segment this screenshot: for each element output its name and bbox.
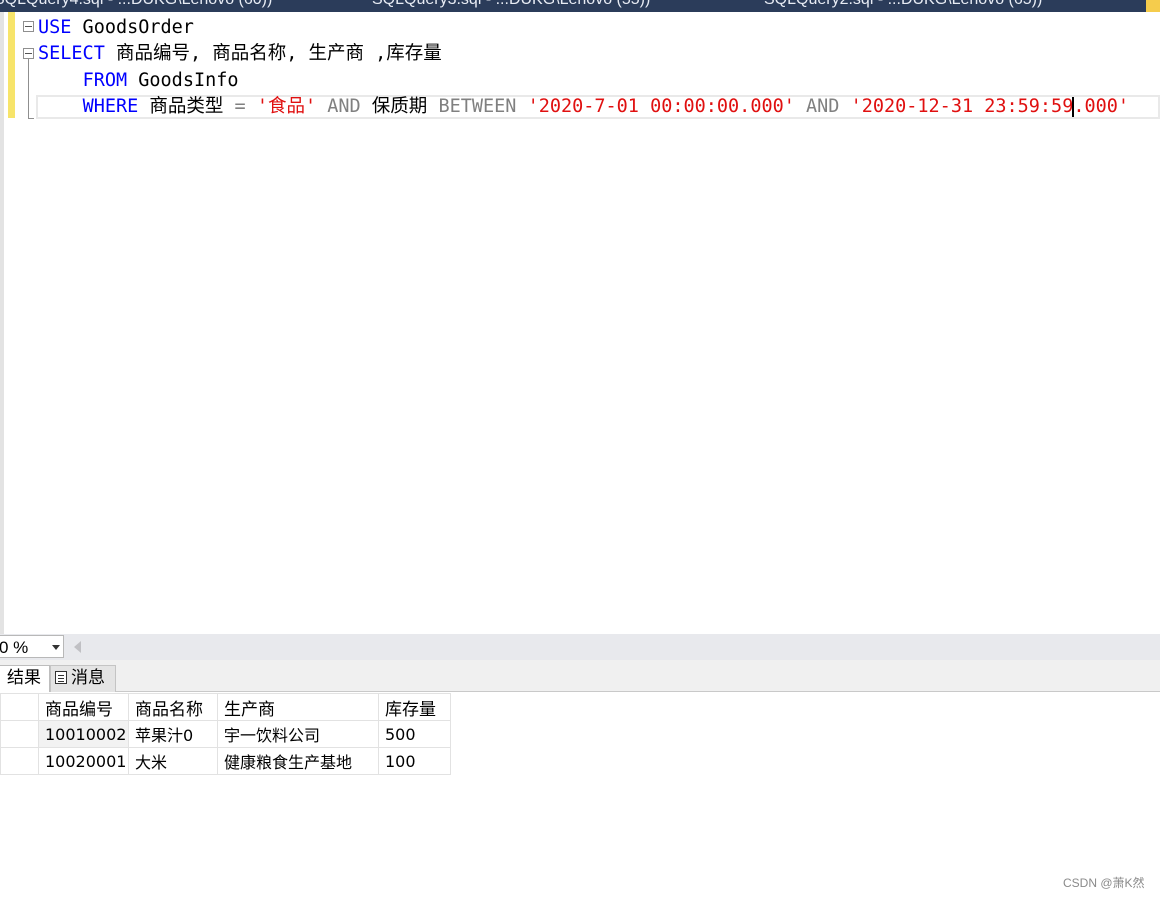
table-cell[interactable]: 500 xyxy=(378,720,451,748)
table-cell[interactable]: 宇一饮料公司 xyxy=(217,720,379,748)
table-cell[interactable]: 大米 xyxy=(128,747,218,775)
results-grid: 商品编号 商品名称 生产商 库存量 10010002 苹果汁0 宇一饮料公司 5… xyxy=(0,693,451,775)
tab-sqlquery2[interactable]: SQLQuery2.sql - ...DUKG\Lenovo (65)) xyxy=(764,0,1042,9)
between-operator: BETWEEN xyxy=(438,96,517,117)
tab-sqlquery4[interactable]: SQLQuery4.sql - ...DUKG\Lenovo (60)) xyxy=(0,0,272,9)
keyword-where: WHERE xyxy=(82,96,139,117)
string-literal-3a: '2020-12-31 23:59:59 xyxy=(850,96,1074,117)
table-cell[interactable]: 100 xyxy=(378,747,451,775)
document-tab-strip: SQLQuery4.sql - ...DUKG\Lenovo (60)) SQL… xyxy=(0,0,1160,12)
row-header[interactable] xyxy=(0,747,39,775)
code-line-4[interactable]: WHERE 商品类型 = '食品' AND 保质期 BETWEEN '2020-… xyxy=(38,94,1129,120)
table-row: 10010002 苹果汁0 宇一饮料公司 500 xyxy=(0,720,451,748)
code-line-1[interactable]: USE GoodsOrder xyxy=(38,15,194,41)
column-header[interactable]: 生产商 xyxy=(217,693,379,721)
zoom-dropdown[interactable]: 0 % xyxy=(0,635,64,658)
zoom-bar: 0 % xyxy=(0,634,1160,660)
table-cell[interactable]: 10020001 xyxy=(38,747,129,775)
string-literal-1: '食品' xyxy=(256,96,317,117)
zoom-value: 0 % xyxy=(0,638,29,657)
chevron-down-icon[interactable] xyxy=(52,645,60,650)
row-header[interactable] xyxy=(0,720,39,748)
code-line-3[interactable]: FROM GoodsInfo xyxy=(38,68,239,94)
change-tracking-bar xyxy=(8,12,15,118)
column-header[interactable]: 商品编号 xyxy=(38,693,129,721)
table-name: GoodsInfo xyxy=(127,70,239,91)
and-operator-2: AND xyxy=(806,96,840,117)
watermark: CSDN @萧K然 xyxy=(1063,876,1145,890)
table-cell[interactable]: 10010002 xyxy=(38,720,129,748)
database-name: GoodsOrder xyxy=(71,17,194,38)
table-cell[interactable]: 苹果汁0 xyxy=(128,720,218,748)
string-literal-2: '2020-7-01 00:00:00.000' xyxy=(527,96,795,117)
where-column-1: 商品类型 xyxy=(138,96,235,117)
fold-guide-end xyxy=(28,118,34,119)
tab-messages-label: 消息 xyxy=(71,668,105,688)
table-row: 10020001 大米 健康粮食生产基地 100 xyxy=(0,747,451,775)
header-row: 商品编号 商品名称 生产商 库存量 xyxy=(0,693,451,721)
collapse-icon[interactable] xyxy=(23,21,34,32)
scroll-left-icon[interactable] xyxy=(74,641,81,653)
tab-results[interactable]: 结果 xyxy=(0,665,50,692)
keyword-from: FROM xyxy=(82,70,128,91)
query-editor[interactable]: USE GoodsOrder SELECT 商品编号, 商品名称, 生产商 ,库… xyxy=(0,12,1160,634)
table-cell[interactable]: 健康粮食生产基地 xyxy=(217,747,379,775)
editor-margin xyxy=(0,12,4,634)
tab-messages[interactable]: 消息 xyxy=(50,665,116,692)
keyword-select: SELECT xyxy=(38,43,105,64)
results-tab-bar: 结果 消息 xyxy=(0,660,1160,692)
keyword-use: USE xyxy=(38,17,72,38)
select-columns: 商品编号, 商品名称, 生产商 ,库存量 xyxy=(104,43,442,64)
tab-sqlquery3[interactable]: SQLQuery3.sql - ...DUKG\Lenovo (55)) xyxy=(372,0,650,9)
messages-icon xyxy=(55,671,67,684)
string-literal-3b: .000' xyxy=(1073,96,1130,117)
corner-cell[interactable] xyxy=(0,693,39,721)
active-tab-edge[interactable] xyxy=(1146,0,1160,12)
collapse-icon[interactable] xyxy=(23,48,34,59)
column-header[interactable]: 库存量 xyxy=(378,693,451,721)
fold-guide xyxy=(28,59,29,119)
code-line-2[interactable]: SELECT 商品编号, 商品名称, 生产商 ,库存量 xyxy=(38,41,442,67)
equals-operator: = xyxy=(234,96,246,117)
tab-results-label: 结果 xyxy=(7,668,41,688)
where-column-2: 保质期 xyxy=(360,96,439,117)
and-operator-1: AND xyxy=(327,96,361,117)
column-header[interactable]: 商品名称 xyxy=(128,693,218,721)
